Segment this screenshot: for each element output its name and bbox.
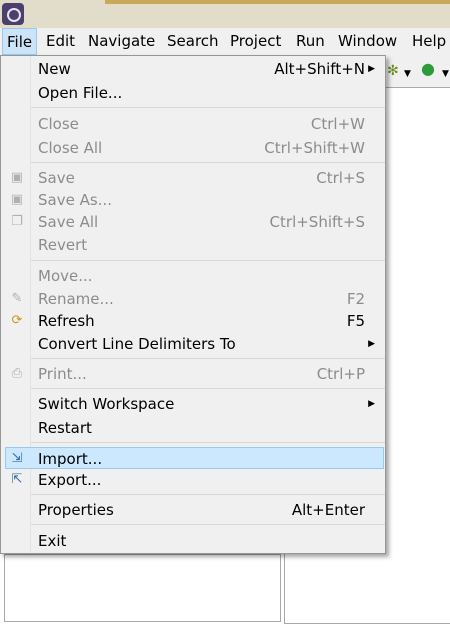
menu-edit[interactable]: Edit bbox=[42, 28, 79, 55]
rename-icon: ✎ bbox=[11, 291, 23, 306]
menu-item-label: Convert Line Delimiters To bbox=[38, 335, 236, 353]
menu-item-switch-workspace[interactable]: Switch Workspace ▶ bbox=[2, 393, 384, 415]
menu-item-label: Import... bbox=[38, 450, 103, 468]
menu-window[interactable]: Window bbox=[334, 28, 401, 55]
menu-item-label: Export... bbox=[38, 471, 102, 489]
menu-bar: File Edit Navigate Search Project Run Wi… bbox=[0, 28, 450, 55]
save-all-icon: ❐ bbox=[11, 214, 23, 229]
menu-item-shortcut: Ctrl+W bbox=[310, 115, 365, 133]
menu-item-new[interactable]: New Alt+Shift+N ▶ bbox=[2, 58, 384, 80]
eclipse-icon-ring bbox=[7, 8, 21, 22]
menu-item-label: Properties bbox=[38, 501, 114, 519]
menu-item-shortcut: Ctrl+P bbox=[316, 365, 365, 383]
menu-item-properties[interactable]: Properties Alt+Enter bbox=[2, 499, 384, 521]
menu-item-shortcut: Alt+Enter bbox=[291, 501, 365, 519]
menu-item-label: Refresh bbox=[38, 312, 95, 330]
menu-item-label: Save As... bbox=[38, 191, 112, 209]
menu-item-shortcut: F5 bbox=[346, 312, 365, 330]
refresh-icon: ⟳ bbox=[11, 313, 23, 328]
menu-item-open-file[interactable]: Open File... bbox=[2, 82, 384, 104]
menu-project[interactable]: Project bbox=[226, 28, 285, 55]
submenu-arrow-icon: ▶ bbox=[368, 339, 375, 349]
debug-icon[interactable]: ✻ bbox=[387, 64, 399, 78]
menu-item-save[interactable]: ▣ Save Ctrl+S bbox=[2, 167, 384, 189]
left-view-pane bbox=[4, 554, 281, 622]
menu-item-save-as[interactable]: ▣ Save As... bbox=[2, 189, 384, 211]
menu-separator bbox=[31, 388, 385, 389]
menu-item-close[interactable]: Close Ctrl+W bbox=[2, 113, 384, 135]
menu-item-label: Rename... bbox=[38, 290, 114, 308]
menu-item-label: Save bbox=[38, 169, 75, 187]
menu-search[interactable]: Search bbox=[163, 28, 223, 55]
menu-item-import[interactable]: ⇲ Import... bbox=[5, 447, 384, 469]
menu-item-label: Print... bbox=[38, 365, 87, 383]
menu-item-shortcut: Ctrl+Shift+S bbox=[269, 213, 365, 231]
eclipse-icon[interactable] bbox=[2, 3, 24, 25]
menu-separator bbox=[31, 494, 385, 495]
menu-separator bbox=[31, 107, 385, 108]
menu-navigate[interactable]: Navigate bbox=[84, 28, 159, 55]
menu-item-label: Switch Workspace bbox=[38, 395, 175, 413]
chevron-down-icon[interactable]: ▼ bbox=[404, 67, 411, 81]
save-icon: ▣ bbox=[10, 170, 24, 185]
menu-item-convert-line-delimiters[interactable]: Convert Line Delimiters To ▶ bbox=[2, 333, 384, 355]
menu-separator bbox=[31, 162, 385, 163]
menu-item-label: Exit bbox=[38, 532, 67, 550]
title-bar bbox=[0, 0, 450, 28]
menu-item-label: Open File... bbox=[38, 84, 123, 102]
save-as-icon: ▣ bbox=[10, 192, 24, 207]
menu-separator bbox=[31, 260, 385, 261]
submenu-arrow-icon: ▶ bbox=[368, 64, 375, 74]
menu-item-shortcut: Ctrl+S bbox=[316, 169, 365, 187]
menu-item-close-all[interactable]: Close All Ctrl+Shift+W bbox=[2, 137, 384, 159]
menu-item-rename[interactable]: ✎ Rename... F2 bbox=[2, 288, 384, 310]
file-menu: New Alt+Shift+N ▶ Open File... Close Ctr… bbox=[0, 55, 386, 554]
menu-item-print[interactable]: ⎙ Print... Ctrl+P bbox=[2, 363, 384, 385]
submenu-arrow-icon: ▶ bbox=[368, 399, 375, 409]
menu-help[interactable]: Help bbox=[408, 28, 450, 55]
menu-item-label: Save All bbox=[38, 213, 99, 231]
menu-item-label: Move... bbox=[38, 267, 93, 285]
print-icon: ⎙ bbox=[11, 366, 23, 381]
menu-item-move[interactable]: Move... bbox=[2, 265, 384, 287]
chevron-down-icon[interactable]: ▼ bbox=[442, 67, 449, 81]
menu-item-shortcut: F2 bbox=[346, 290, 365, 308]
menu-item-exit[interactable]: Exit bbox=[2, 530, 384, 552]
run-icon[interactable]: ● bbox=[421, 61, 435, 77]
menu-item-restart[interactable]: Restart bbox=[2, 417, 384, 439]
menu-item-label: New bbox=[38, 60, 71, 78]
menu-file[interactable]: File bbox=[2, 28, 38, 55]
menu-item-export[interactable]: ⇱ Export... bbox=[2, 469, 384, 491]
menu-item-label: Close bbox=[38, 115, 79, 133]
menu-item-shortcut: Ctrl+Shift+W bbox=[264, 139, 365, 157]
menu-separator bbox=[31, 442, 385, 443]
menu-separator bbox=[31, 524, 385, 525]
menu-run[interactable]: Run bbox=[292, 28, 329, 55]
toolbar: ✻ ▼ ● ▼ bbox=[387, 55, 450, 87]
menu-item-label: Restart bbox=[38, 419, 92, 437]
title-accent-strip bbox=[105, 0, 450, 4]
menu-separator bbox=[31, 358, 385, 359]
menu-item-save-all[interactable]: ❐ Save All Ctrl+Shift+S bbox=[2, 211, 384, 233]
menu-item-label: Revert bbox=[38, 236, 88, 254]
export-icon: ⇱ bbox=[11, 472, 23, 487]
import-icon: ⇲ bbox=[11, 451, 23, 466]
menu-item-shortcut: Alt+Shift+N bbox=[274, 60, 365, 78]
menu-item-label: Close All bbox=[38, 139, 103, 157]
menu-item-revert[interactable]: Revert bbox=[2, 234, 384, 256]
menu-item-refresh[interactable]: ⟳ Refresh F5 bbox=[2, 310, 384, 332]
